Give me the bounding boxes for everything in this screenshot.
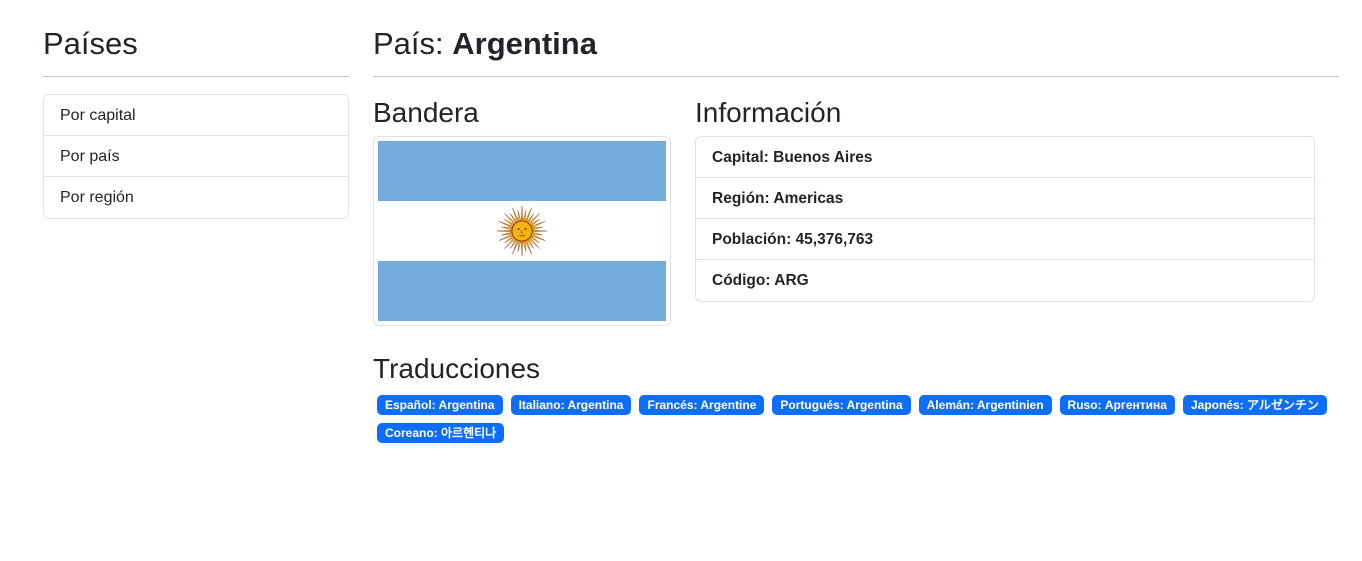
- translation-badge-japanese[interactable]: Japonés: アルゼンチン: [1182, 395, 1327, 415]
- main-content: País: Argentina Bandera Información Capi…: [373, 20, 1339, 443]
- flag-card: [373, 136, 671, 326]
- flag-section: Bandera: [373, 96, 671, 326]
- argentina-flag-image: [378, 141, 666, 321]
- info-code: Código: ARG: [712, 272, 809, 289]
- translation-badge-russian[interactable]: Ruso: Аргентина: [1059, 395, 1175, 415]
- translations-section: Traducciones Español: Argentina Italiano…: [373, 352, 1339, 443]
- translation-badge-italian[interactable]: Italiano: Argentina: [510, 395, 632, 415]
- translation-badge-portuguese[interactable]: Portugués: Argentina: [772, 395, 911, 415]
- info-section: Información Capital: Buenos Aires Región…: [695, 96, 1315, 302]
- info-title: Información: [695, 97, 842, 128]
- country-name: Argentina: [452, 26, 597, 61]
- sidebar-menu: Por capital Por país Por región: [43, 94, 349, 219]
- sun-of-may-icon: [496, 205, 548, 257]
- info-region: Región: Americas: [696, 178, 1314, 219]
- sidebar-title: Países: [43, 20, 349, 77]
- sidebar-item-por-capital[interactable]: Por capital: [44, 95, 348, 136]
- translation-badge-french[interactable]: Francés: Argentine: [639, 395, 765, 415]
- info-population: Población: 45,376,763: [696, 219, 1314, 260]
- sidebar: Países Por capital Por país Por región: [43, 20, 349, 219]
- sidebar-item-por-region[interactable]: Por región: [44, 177, 348, 218]
- page-title-prefix: País:: [373, 26, 453, 61]
- info-list: Capital: Buenos Aires Región: Americas P…: [695, 136, 1315, 302]
- page: Países Por capital Por país Por región P…: [0, 0, 1362, 561]
- flag-title: Bandera: [373, 97, 479, 128]
- sidebar-item-por-pais[interactable]: Por país: [44, 136, 348, 177]
- info-capital: Capital: Buenos Aires: [696, 137, 1314, 178]
- translations-title: Traducciones: [373, 353, 541, 384]
- translation-badge-korean[interactable]: Coreano: 아르헨티나: [377, 423, 505, 443]
- translation-badge-german[interactable]: Alemán: Argentinien: [918, 395, 1052, 415]
- translation-badge-spanish[interactable]: Español: Argentina: [377, 395, 503, 415]
- page-title: País: Argentina: [373, 20, 1339, 77]
- translations-badges: Español: Argentina Italiano: Argentina F…: [373, 395, 1333, 443]
